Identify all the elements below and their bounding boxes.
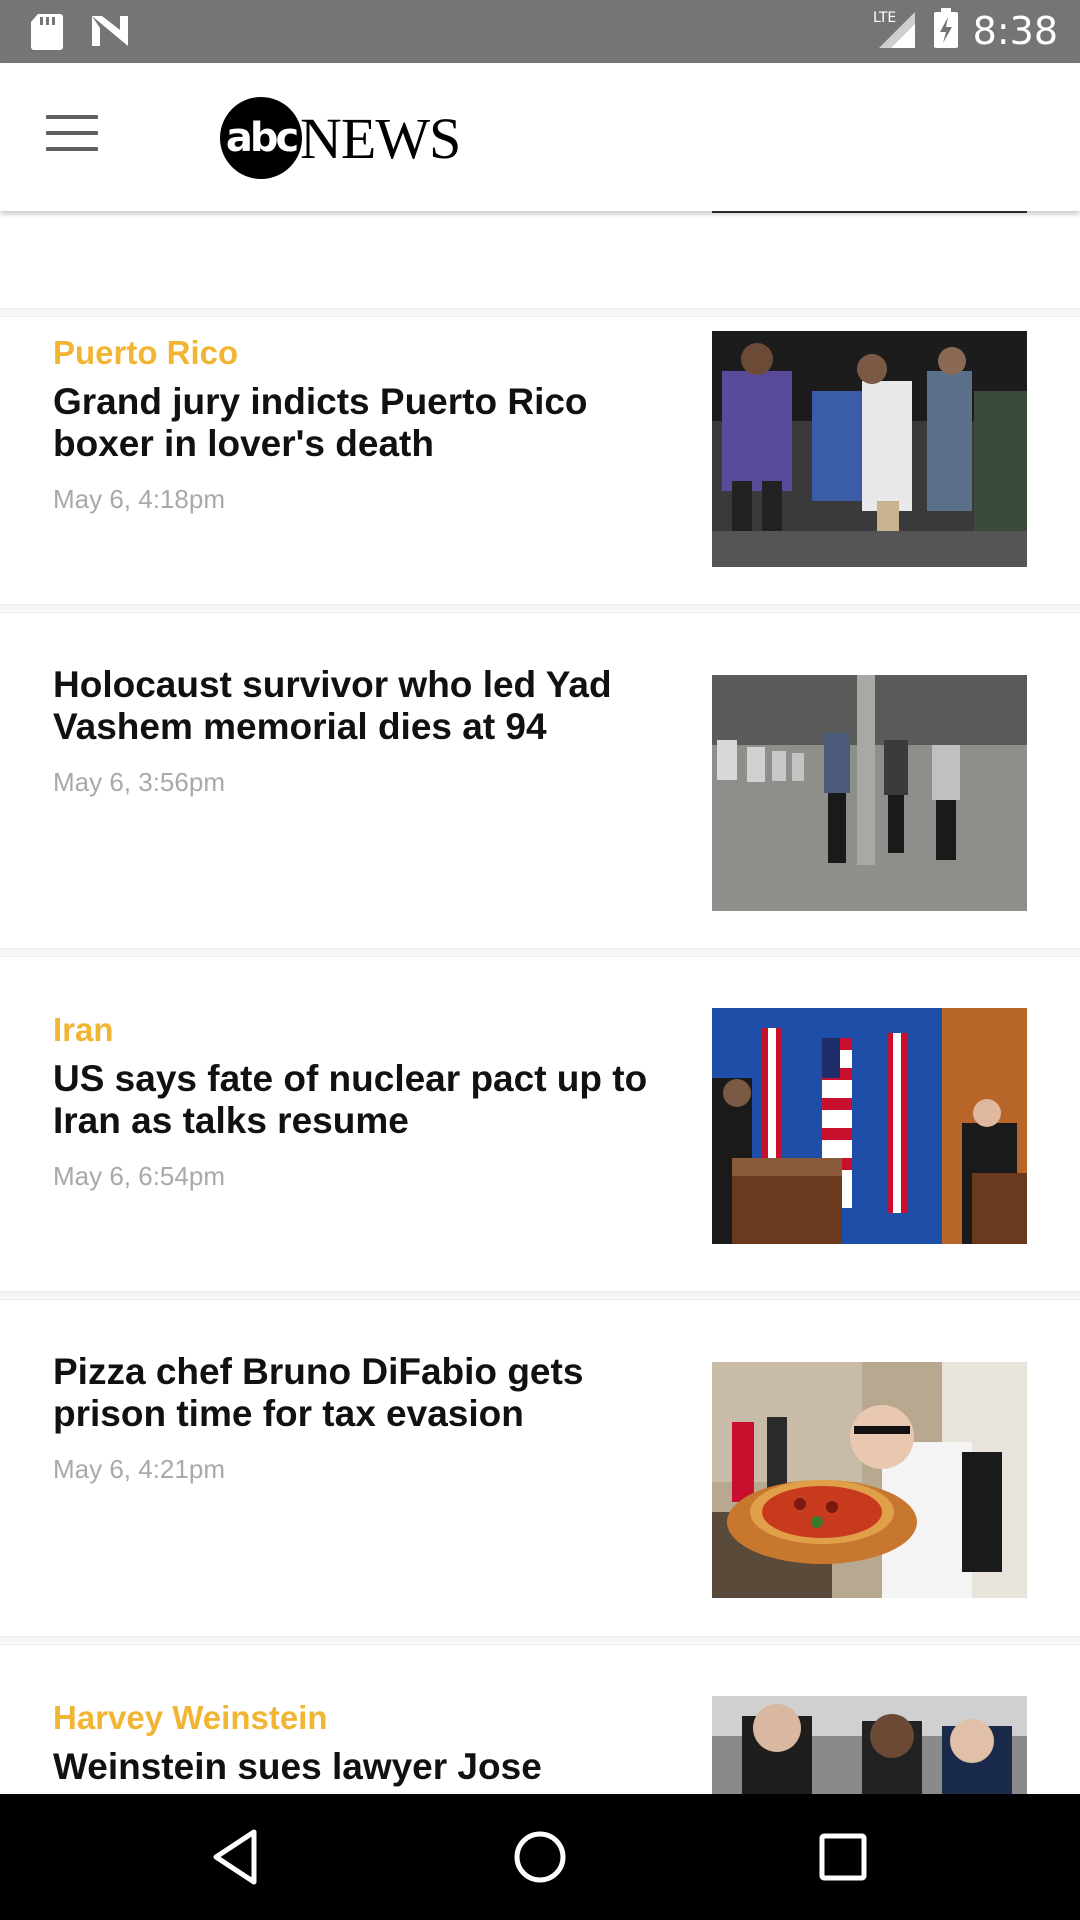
story-headline[interactable]: US says fate of nuclear pact up to Iran … [53,1058,673,1142]
story-card[interactable]: Harvey Weinstein Weinstein sues lawyer J… [0,1686,1080,1794]
divider [0,1636,1080,1645]
status-bar: LTE 8:38 [0,0,1080,63]
clock: 8:38 [972,8,1058,53]
hamburger-menu-icon[interactable] [46,115,98,155]
svg-text:LTE: LTE [873,10,896,26]
divider [0,308,1080,317]
story-card[interactable]: Iran US says fate of nuclear pact up to … [0,1008,1080,1268]
navigation-bar [0,1794,1080,1920]
story-timestamp: May 6, 6:54pm [53,1161,225,1191]
recents-icon[interactable] [808,1822,878,1892]
news-feed[interactable]: Puerto Rico Grand jury indicts Puerto Ri… [0,211,1080,1794]
app-header: abc NEWS [0,63,1080,211]
story-thumbnail[interactable] [712,331,1027,567]
story-thumbnail[interactable] [712,675,1027,911]
story-timestamp: May 6, 4:18pm [53,484,225,514]
story-card[interactable]: Pizza chef Bruno DiFabio gets prison tim… [0,1349,1080,1609]
divider [0,948,1080,957]
story-headline[interactable]: Holocaust survivor who led Yad Vashem me… [53,664,673,748]
signal-icon: LTE [869,8,919,53]
story-headline[interactable]: Weinstein sues lawyer Jose [53,1746,673,1788]
story-thumbnail[interactable] [712,1008,1027,1244]
logo-text: NEWS [300,105,461,171]
story-thumbnail[interactable] [712,1696,1027,1794]
n-notification-icon [90,12,130,55]
logo-circle: abc [220,97,302,179]
divider [0,604,1080,613]
story-timestamp: May 6, 3:56pm [53,767,225,797]
battery-charging-icon [933,8,959,53]
story-headline[interactable]: Pizza chef Bruno DiFabio gets prison tim… [53,1351,673,1435]
story-timestamp: May 6, 4:21pm [53,1454,225,1484]
story-card[interactable]: Holocaust survivor who led Yad Vashem me… [0,663,1080,923]
back-icon[interactable] [202,1822,272,1892]
story-category[interactable]: Puerto Rico [53,334,238,372]
story-category[interactable]: Iran [53,1011,114,1049]
story-card[interactable]: Puerto Rico Grand jury indicts Puerto Ri… [0,320,1080,580]
story-category[interactable]: Harvey Weinstein [53,1699,328,1737]
abc-news-logo[interactable]: abc NEWS [220,97,461,179]
story-thumbnail[interactable] [712,1362,1027,1598]
story-headline[interactable]: Grand jury indicts Puerto Rico boxer in … [53,381,673,465]
home-icon[interactable] [505,1822,575,1892]
divider [0,1291,1080,1300]
previous-story-partial [712,211,1027,213]
sd-card-icon [30,12,64,55]
